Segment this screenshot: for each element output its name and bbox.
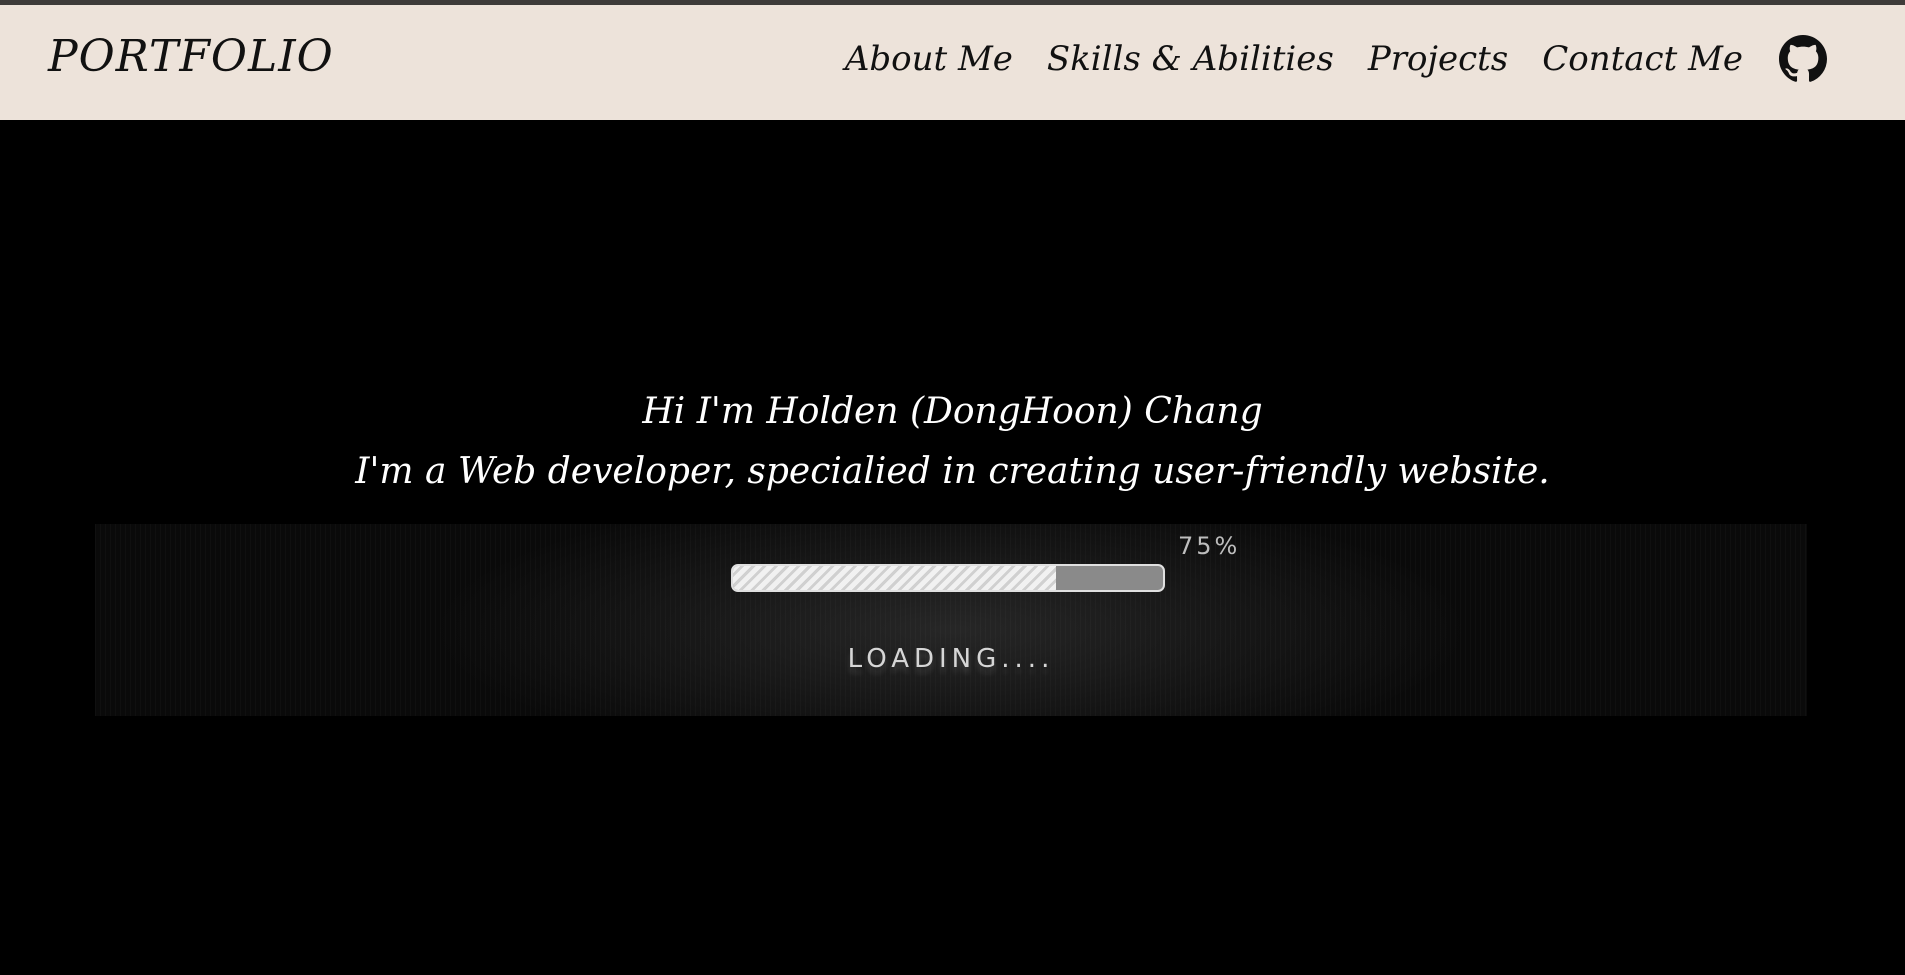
loading-banner-image: 75% LOADING.... bbox=[95, 524, 1807, 716]
page: PORTFOLIO About Me Skills & Abilities Pr… bbox=[0, 0, 1905, 975]
nav-contact-me[interactable]: Contact Me bbox=[1542, 39, 1743, 79]
navbar: PORTFOLIO About Me Skills & Abilities Pr… bbox=[0, 5, 1905, 120]
hero-section: Hi I'm Holden (DongHoon) Chang I'm a Web… bbox=[0, 120, 1905, 975]
nav-skills-abilities[interactable]: Skills & Abilities bbox=[1047, 39, 1334, 79]
hero-headline: Hi I'm Holden (DongHoon) Chang I'm a Web… bbox=[0, 382, 1905, 502]
loading-status-text: LOADING.... bbox=[847, 644, 1055, 674]
loading-progress-fill bbox=[733, 566, 1056, 590]
hero-tagline: I'm a Web developer, specialied in creat… bbox=[355, 451, 1550, 492]
loading-percent-label: 75% bbox=[1178, 532, 1241, 560]
nav-projects[interactable]: Projects bbox=[1368, 39, 1508, 79]
nav-about-me[interactable]: About Me bbox=[845, 39, 1013, 79]
loading-progress-bar bbox=[731, 564, 1165, 592]
github-icon[interactable] bbox=[1779, 35, 1827, 83]
brand-logo-link[interactable]: PORTFOLIO bbox=[48, 31, 334, 82]
main-nav: About Me Skills & Abilities Projects Con… bbox=[845, 35, 1827, 83]
hero-greeting: Hi I'm Holden (DongHoon) Chang bbox=[642, 391, 1263, 432]
